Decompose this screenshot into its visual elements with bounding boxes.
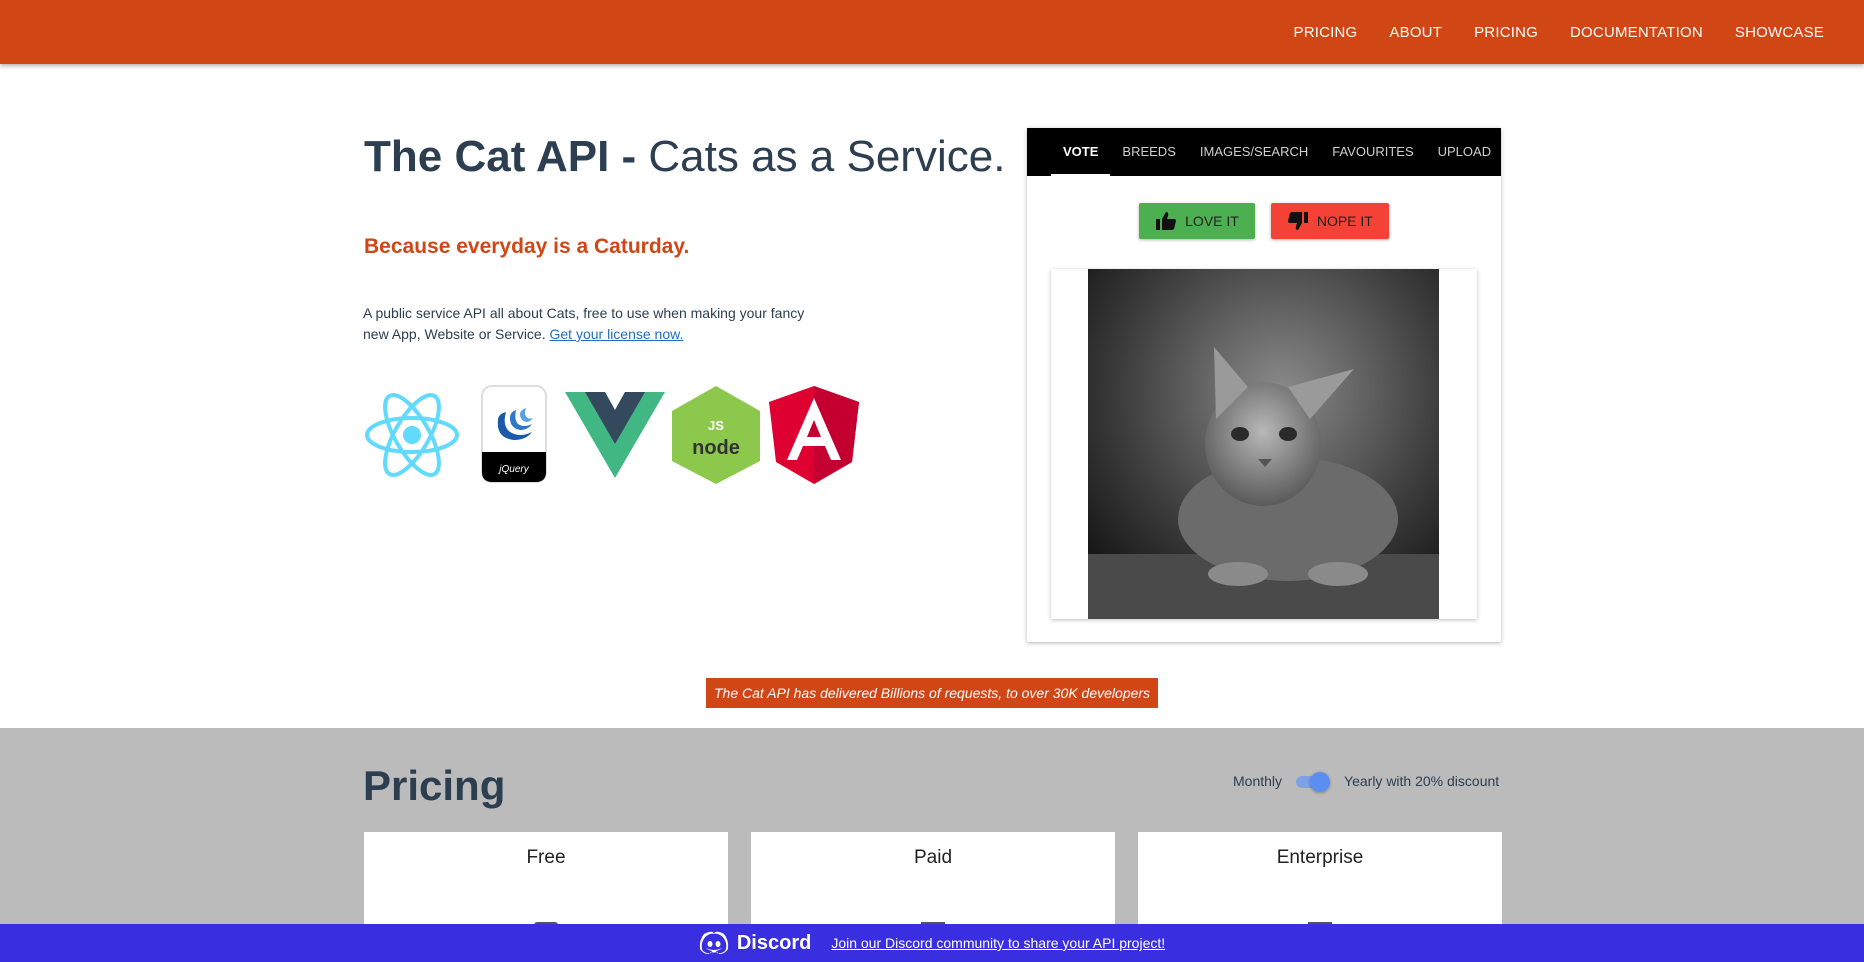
title-light: Cats as a Service. — [648, 132, 1006, 181]
vue-logo-icon — [564, 384, 666, 491]
hero-description: A public service API all about Cats, fre… — [363, 303, 823, 345]
discord-brand-label: Discord — [736, 931, 812, 954]
love-it-label: LOVE IT — [1185, 213, 1239, 229]
nav-documentation[interactable]: DOCUMENTATION — [1554, 24, 1719, 41]
pricing-title: Pricing — [363, 762, 506, 809]
cat-image — [1088, 269, 1439, 619]
vote-buttons: LOVE IT NOPE IT — [1027, 203, 1501, 239]
yearly-label: Yearly with 20% discount — [1344, 773, 1500, 789]
api-demo-panel: VOTE BREEDS IMAGES/SEARCH FAVOURITES UPL… — [1027, 128, 1501, 642]
tab-images-search[interactable]: IMAGES/SEARCH — [1188, 128, 1320, 176]
nav-about[interactable]: ABOUT — [1373, 24, 1458, 41]
tab-vote[interactable]: VOTE — [1051, 128, 1111, 176]
monthly-label: Monthly — [1233, 773, 1283, 789]
tab-breeds[interactable]: BREEDS — [1110, 128, 1187, 176]
angular-logo-icon — [767, 384, 861, 491]
thumbs-up-icon — [1156, 212, 1177, 230]
plan-name: Paid — [913, 847, 953, 868]
tagline: Because everyday is a Caturday. — [364, 235, 690, 258]
plan-name: Free — [526, 847, 566, 868]
svg-text:node: node — [692, 437, 740, 459]
license-link[interactable]: Get your license now. — [550, 326, 684, 342]
main-nav: PRICING ABOUT PRICING DOCUMENTATION SHOW… — [1278, 0, 1841, 64]
nope-it-button[interactable]: NOPE IT — [1270, 203, 1389, 239]
billing-toggle-group: Monthly Yearly with 20% discount — [1233, 770, 1499, 792]
nav-showcase[interactable]: SHOWCASE — [1719, 24, 1840, 41]
page-title: The Cat API - Cats as a Service. — [364, 132, 1005, 182]
svg-text:jQuery: jQuery — [497, 464, 529, 475]
nope-it-label: NOPE IT — [1316, 213, 1373, 229]
love-it-button[interactable]: LOVE IT — [1139, 203, 1255, 239]
discord-link[interactable]: Join our Discord community to share your… — [831, 935, 1165, 951]
stats-banner: The Cat API has delivered Billions of re… — [706, 678, 1159, 708]
nav-pricing-2[interactable]: PRICING — [1458, 24, 1554, 41]
nav-pricing[interactable]: PRICING — [1278, 24, 1374, 41]
jquery-logo-icon: jQuery — [480, 384, 548, 491]
discord-brand: Discord — [699, 931, 811, 955]
title-bold: The Cat API - — [364, 132, 637, 181]
discord-bar: Discord Join our Discord community to sh… — [0, 924, 1864, 962]
tab-upload[interactable]: UPLOAD — [1426, 128, 1503, 176]
react-logo-icon — [364, 384, 460, 491]
nodejs-logo-icon: JS node — [670, 384, 762, 491]
tab-favourites[interactable]: FAVOURITES — [1320, 128, 1425, 176]
top-navbar: PRICING ABOUT PRICING DOCUMENTATION SHOW… — [0, 0, 1864, 64]
svg-text:JS: JS — [708, 418, 724, 433]
plan-name: Enterprise — [1276, 847, 1364, 868]
thumbs-down-icon — [1287, 212, 1308, 230]
cat-image-card — [1051, 269, 1477, 619]
billing-toggle[interactable] — [1294, 770, 1331, 792]
panel-tabs: VOTE BREEDS IMAGES/SEARCH FAVOURITES UPL… — [1027, 128, 1501, 176]
discord-icon — [699, 931, 729, 954]
